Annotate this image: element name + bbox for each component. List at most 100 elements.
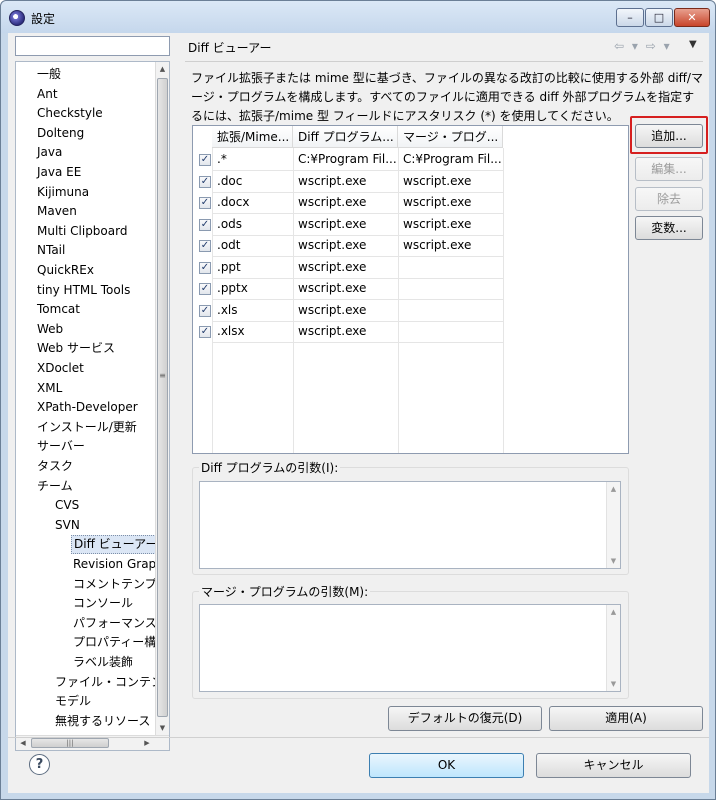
tree-item[interactable]: プロパティー構/ [71,633,162,652]
ok-button[interactable]: OK [369,753,524,778]
cell-diff-program: wscript.exe [298,259,367,274]
column-divider [503,148,504,453]
tree-item[interactable]: Ant [35,85,60,104]
tree-item[interactable]: コメントテンプ| [71,575,163,594]
row-checkbox[interactable]: ✓ [199,154,211,166]
cell-extension: .docx [217,195,250,209]
scroll-down-icon[interactable]: ▼ [156,721,169,735]
tree-item[interactable]: XDoclet [35,359,86,378]
tree-item[interactable]: 無視するリソース [53,712,152,731]
filter-input[interactable] [15,36,170,56]
scroll-up-icon[interactable]: ▲ [607,608,620,616]
tree-item[interactable]: QuickREx [35,261,96,280]
column-divider [398,148,399,453]
help-icon[interactable]: ? [29,754,50,775]
variables-button[interactable]: 変数... [635,216,703,240]
cell-diff-program: wscript.exe [298,302,367,317]
textarea-scrollbar[interactable]: ▲ ▼ [606,605,620,691]
add-button[interactable]: 追加... [635,124,703,148]
tree-item[interactable]: ラベル装飾 [71,653,135,672]
tree-item[interactable]: チーム [35,477,75,496]
tree-item[interactable]: モデル [53,692,93,711]
cell-diff-program: wscript.exe [298,324,367,338]
scroll-up-icon[interactable]: ▲ [607,485,620,493]
tree-item[interactable]: Web サービス [35,339,117,358]
tree-vertical-scrollbar[interactable]: ▲ ≡ ▼ [155,62,169,735]
cell-extension: .pptx [217,281,248,295]
scroll-down-icon[interactable]: ▼ [607,557,620,565]
tree-item[interactable]: SVN [53,516,82,535]
tree-item[interactable]: パフォーマンス [71,614,159,633]
scroll-down-icon[interactable]: ▼ [607,680,620,688]
tree-item[interactable]: Diff ビューアー [71,535,161,555]
column-header-merge-program[interactable]: マージ・プログ... [398,126,503,148]
scroll-left-icon[interactable]: ◀ [16,736,30,750]
tree-item[interactable]: Tomcat [35,300,82,319]
textarea-scrollbar[interactable]: ▲ ▼ [606,482,620,568]
row-checkbox[interactable]: ✓ [199,240,211,252]
column-divider [212,148,213,453]
horizontal-scrollbar-thumb[interactable]: ||| [31,738,109,748]
tree-item[interactable]: Dolteng [35,124,86,143]
cell-diff-program: wscript.exe [298,238,367,252]
tree-item[interactable]: Revision Graph [71,555,166,574]
apply-button[interactable]: 適用(A) [549,706,703,731]
merge-args-label: マージ・プログラムの引数(M): [199,583,371,600]
edit-button[interactable]: 編集... [635,157,703,181]
tree-item[interactable]: タスク [35,457,75,476]
column-header-extension[interactable]: 拡張/Mime... [212,126,293,148]
tree-item[interactable]: Maven [35,202,79,221]
tree-item[interactable]: Kijimuna [35,183,91,202]
cell-diff-program: wscript.exe [298,173,367,188]
row-checkbox[interactable]: ✓ [199,197,211,209]
minimize-button[interactable]: – [616,8,644,27]
scroll-up-icon[interactable]: ▲ [156,62,169,76]
tree-item[interactable]: tiny HTML Tools [35,281,132,300]
tree-item[interactable]: サーバー [35,437,87,456]
diff-viewer-table[interactable]: 拡張/Mime... Diff プログラム... マージ・プログ... ✓ .* C… [192,125,629,454]
tree-item[interactable]: 一般 [35,65,63,84]
tree-item[interactable]: XPath-Developer [35,398,140,417]
tree-item[interactable]: Web [35,320,65,339]
cell-merge-program: wscript.exe [403,173,472,188]
tree-item[interactable]: NTail [35,241,67,260]
view-menu-icon[interactable]: ▼ [689,39,697,50]
cancel-button[interactable]: キャンセル [536,753,691,778]
tree-item[interactable]: XML [35,379,64,398]
scroll-right-icon[interactable]: ▶ [140,736,154,750]
cell-diff-program: wscript.exe [298,281,367,295]
tree-item[interactable]: コンソール [71,594,135,613]
cell-merge-program [403,278,501,299]
row-checkbox[interactable]: ✓ [199,175,211,188]
cell-extension: .ppt [217,259,241,274]
tree-item[interactable]: Multi Clipboard [35,222,129,241]
eclipse-logo-icon [9,10,25,26]
maximize-button[interactable]: □ [645,8,673,27]
tree-item[interactable]: Java EE [35,163,83,182]
restore-defaults-button[interactable]: デフォルトの復元(D) [388,706,542,731]
tree-item[interactable]: CVS [53,496,81,515]
row-checkbox[interactable]: ✓ [199,218,211,231]
tree-item[interactable]: Java [35,143,64,162]
diff-args-textarea[interactable]: ▲ ▼ [199,481,621,569]
close-button[interactable]: ✕ [674,8,710,27]
tree-item[interactable]: ファイル・コンテン [53,673,165,692]
column-divider [293,148,294,453]
row-checkbox[interactable]: ✓ [199,261,211,274]
diff-args-label: Diff プログラムの引数(I): [199,459,341,476]
row-checkbox[interactable]: ✓ [199,326,211,338]
row-checkbox[interactable]: ✓ [199,283,211,295]
column-header-diff-program[interactable]: Diff プログラム... [293,126,398,148]
tree-item[interactable]: インストール/更新 [35,418,139,437]
scrollbar-thumb[interactable]: ≡ [157,78,168,717]
row-checkbox[interactable]: ✓ [199,304,211,317]
title-bar[interactable]: 設定 – □ ✕ [1,1,715,33]
cell-merge-program [403,300,501,321]
nav-back-forward-icon[interactable]: ⇦ ▾ ⇨ ▾ [614,39,672,53]
row-divider [212,342,503,343]
settings-window: 設定 – □ ✕ 一般 Ant Checkstyle Dolteng Java Java … [0,0,716,800]
remove-button[interactable]: 除去 [635,187,703,211]
tree-item[interactable]: Checkstyle [35,104,105,123]
merge-args-textarea[interactable]: ▲ ▼ [199,604,621,692]
preference-tree: 一般 Ant Checkstyle Dolteng Java Java EE Kijimun… [15,61,170,751]
